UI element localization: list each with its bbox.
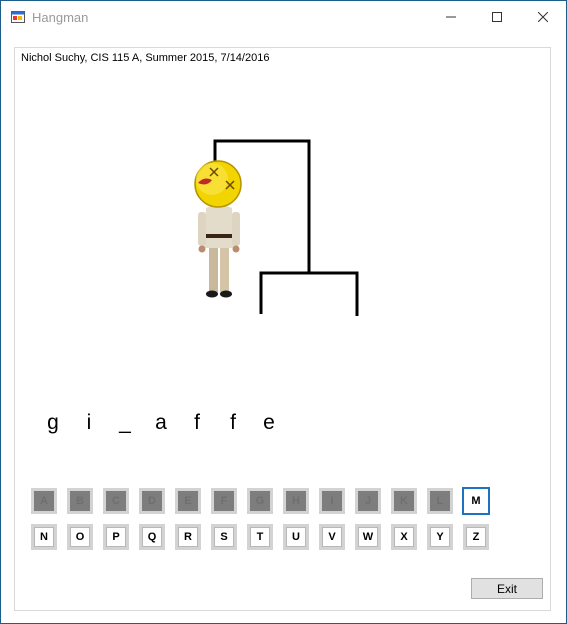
gallows-drawing <box>213 139 359 316</box>
exit-button[interactable]: Exit <box>471 578 543 599</box>
key-p[interactable]: P <box>103 524 129 550</box>
key-c[interactable]: C <box>103 488 129 514</box>
maximize-button[interactable] <box>474 1 520 33</box>
client-area: Nichol Suchy, CIS 115 A, Summer 2015, 7/… <box>2 33 565 622</box>
key-o[interactable]: O <box>67 524 93 550</box>
key-h[interactable]: H <box>283 488 309 514</box>
app-window-icon <box>11 11 25 23</box>
window-title: Hangman <box>32 10 89 25</box>
game-panel: Nichol Suchy, CIS 115 A, Summer 2015, 7/… <box>14 47 551 611</box>
minimize-button[interactable] <box>428 1 474 33</box>
key-s[interactable]: S <box>211 524 237 550</box>
word-letter: i <box>86 411 92 434</box>
key-n[interactable]: N <box>31 524 57 550</box>
hanged-man-figure <box>194 160 242 298</box>
key-g[interactable]: G <box>247 488 273 514</box>
key-x[interactable]: X <box>391 524 417 550</box>
key-u[interactable]: U <box>283 524 309 550</box>
key-y[interactable]: Y <box>427 524 453 550</box>
key-k[interactable]: K <box>391 488 417 514</box>
close-icon <box>538 12 548 22</box>
key-f[interactable]: F <box>211 488 237 514</box>
key-d[interactable]: D <box>139 488 165 514</box>
guess-word: g i _ a f f e <box>35 411 287 435</box>
word-letter: g <box>47 411 59 434</box>
key-b[interactable]: B <box>67 488 93 514</box>
key-m[interactable]: M <box>462 487 490 515</box>
key-e[interactable]: E <box>175 488 201 514</box>
key-j[interactable]: J <box>355 488 381 514</box>
word-letter: e <box>263 411 275 434</box>
key-l[interactable]: L <box>427 488 453 514</box>
title-bar[interactable]: Hangman <box>1 1 566 33</box>
minimize-icon <box>446 16 456 18</box>
word-letter: f <box>230 411 236 434</box>
gallows-base <box>259 271 309 314</box>
hangman-window: Hangman Nichol Suchy, CIS 115 A, Summer … <box>0 0 567 624</box>
key-a[interactable]: A <box>31 488 57 514</box>
close-button[interactable] <box>520 1 566 33</box>
word-letter: f <box>194 411 200 434</box>
key-q[interactable]: Q <box>139 524 165 550</box>
key-w[interactable]: W <box>355 524 381 550</box>
key-t[interactable]: T <box>247 524 273 550</box>
word-letter: a <box>155 411 167 434</box>
key-v[interactable]: V <box>319 524 345 550</box>
word-letter: _ <box>119 411 131 434</box>
key-z[interactable]: Z <box>463 524 489 550</box>
key-r[interactable]: R <box>175 524 201 550</box>
key-i[interactable]: I <box>319 488 345 514</box>
maximize-icon <box>492 12 502 22</box>
